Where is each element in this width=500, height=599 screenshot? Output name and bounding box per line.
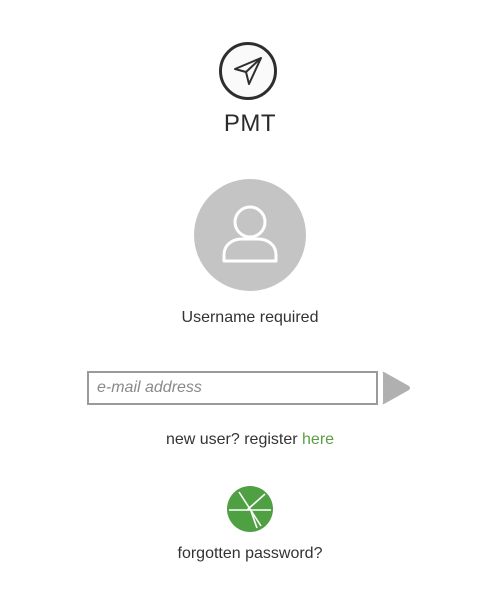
forgot-password-link[interactable]: forgotten password? [0, 545, 500, 563]
broken-key-circle-icon [227, 486, 273, 532]
login-page: PMT Username required new user? register… [0, 0, 500, 599]
register-link[interactable]: here [302, 431, 334, 448]
username-status-text: Username required [181, 309, 319, 326]
paper-plane-icon [219, 42, 277, 100]
play-arrow-icon [382, 371, 410, 405]
app-title: PMT [223, 110, 277, 137]
email-input[interactable] [87, 371, 378, 405]
user-avatar-icon [194, 179, 306, 291]
submit-button[interactable] [381, 370, 411, 406]
register-prompt-text: new user? register [165, 431, 303, 448]
forgot-password-button[interactable] [227, 486, 273, 532]
register-prompt: new user? register here [0, 431, 500, 449]
